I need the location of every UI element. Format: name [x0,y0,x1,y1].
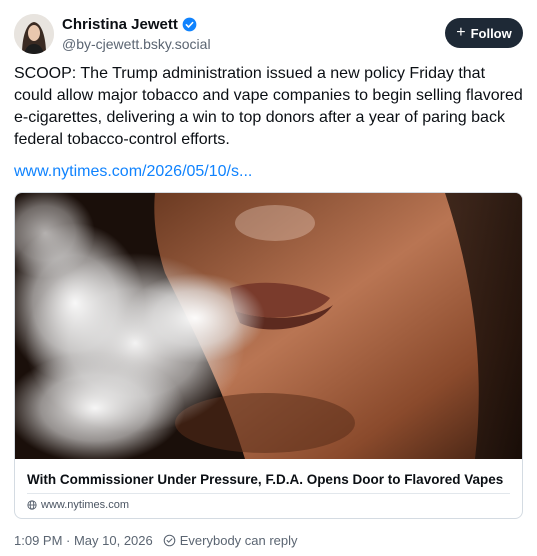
link-card-divider [27,493,510,494]
post-link[interactable]: www.nytimes.com/2026/05/10/s... [14,161,252,183]
author-names: Christina Jewett @by-cjewett.bsky.social [62,15,211,54]
author-display-name-row[interactable]: Christina Jewett [62,15,211,34]
follow-button-label: Follow [470,25,512,41]
reply-permission-icon [163,534,176,547]
link-card-domain-text: www.nytimes.com [41,499,130,511]
author-handle[interactable]: @by-cjewett.bsky.social [62,35,211,54]
post-timestamp[interactable]: 1:09 PM · May 10, 2026 [14,533,153,548]
reply-setting[interactable]: Everybody can reply [163,533,298,548]
avatar-photo [14,14,54,54]
post-header: Christina Jewett @by-cjewett.bsky.social… [14,14,523,56]
reply-setting-label: Everybody can reply [179,533,298,548]
author-display-name[interactable]: Christina Jewett [62,15,178,34]
post-text: SCOOP: The Trump administration issued a… [14,65,528,148]
link-card-domain: www.nytimes.com [27,499,129,511]
globe-icon [27,500,37,510]
link-card[interactable]: With Commissioner Under Pressure, F.D.A.… [14,192,523,519]
verified-check-icon [182,17,197,32]
avatar[interactable] [14,14,54,54]
post-footer: 1:09 PM · May 10, 2026 Everybody can rep… [14,533,298,548]
follow-button[interactable]: + Follow [445,18,523,48]
link-card-image [15,193,522,459]
plus-icon: + [456,23,466,41]
link-card-title: With Commissioner Under Pressure, F.D.A.… [27,472,504,487]
